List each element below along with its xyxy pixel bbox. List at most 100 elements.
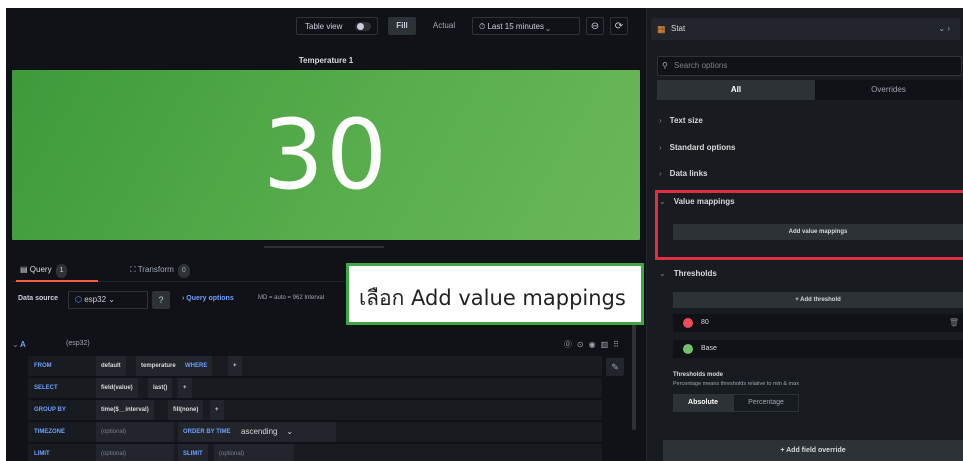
tab-query-count: 1 [55,264,68,278]
select-func[interactable]: last() [148,378,173,398]
order-select[interactable]: ascending ⌄ [236,422,336,442]
tab-query-label: Query [29,265,52,274]
kw-group-by: GROUP BY [28,400,90,420]
section-text-size[interactable]: › Text size [659,116,703,125]
threshold-row[interactable]: Base [673,340,963,358]
select-add-button[interactable]: + [178,378,192,398]
datasource-label: Data source [18,295,59,302]
active-tab-indicator [16,280,98,282]
chevron-down-icon: ⌄ [659,269,666,278]
tab-query[interactable]: ▤ Query 1 [20,263,68,278]
chevron-down-icon: ⌄ [106,295,115,304]
slimit-input[interactable]: (optional) [214,444,294,461]
query-header: ⌄ A (esp32) ⓪⊙◉▥⠿ [12,336,632,354]
select-field[interactable]: field(value) [96,378,138,398]
threshold-color-dot[interactable] [683,318,693,328]
collapse-icon[interactable]: ⌄ [12,340,19,349]
threshold-mode-description: Percentage means thresholds relative to … [673,381,799,387]
search-icon: ⚲ [662,61,668,70]
kw-from: FROM [28,356,90,376]
stat-value: 30 [262,99,390,211]
fill-button[interactable]: Fill [388,17,416,35]
query-ref-id[interactable]: A [20,340,26,349]
table-view-label: Table view [305,22,343,31]
kw-timezone: TIMEZONE [28,422,90,442]
editor-scrollbar[interactable] [632,320,636,430]
section-label: Thresholds [673,269,717,278]
chevron-down-icon: ⌄ › [938,24,950,33]
datasource-select[interactable]: ⬡ esp32 ⌄ [68,291,148,309]
refresh-icon[interactable]: ⟳ [610,17,628,35]
query-options-label: Query options [186,295,234,302]
section-data-links[interactable]: › Data links [659,169,707,178]
kw-slimit: SLIMIT [178,444,208,461]
where-add-button[interactable]: + [228,356,242,376]
limit-input[interactable]: (optional) [96,444,174,461]
query-row-select: SELECT field(value) last() + [28,378,602,398]
panel-toolbar: Table view Fill Actual ⏱ Last 15 minutes… [6,8,646,44]
from-measurement[interactable]: temperature [136,356,181,376]
trash-icon[interactable]: 🗑 [949,314,959,332]
time-range-picker[interactable]: ⏱ Last 15 minutes ⌄ [472,17,580,35]
zoom-out-icon[interactable]: ⊖ [586,17,604,35]
kw-select: SELECT [28,378,90,398]
panel-title: Temperature 1 [298,56,354,65]
stat-panel: 30 [12,70,640,240]
table-view-toggle[interactable]: Table view [296,17,378,35]
query-source: (esp32) [66,340,90,347]
query-options-button[interactable]: › Query options [182,295,234,302]
tab-all[interactable]: All [657,80,815,100]
options-pane: ▦ Stat ⌄ › ⚲ Search options All Override… [646,8,963,461]
chevron-right-icon: › [659,143,662,152]
visualization-picker[interactable]: ▦ Stat ⌄ › [651,18,960,40]
tab-transform-count: 0 [177,264,190,278]
tab-transform[interactable]: ⛶ Transform 0 [130,263,190,278]
section-standard-options[interactable]: › Standard options [659,143,735,152]
actual-button[interactable]: Actual [424,17,464,35]
viz-name: Stat [671,24,686,33]
query-row-timezone: TIMEZONE (optional) ORDER BY TIME ascend… [28,422,602,442]
query-row-from: FROM default temperature WHERE + [28,356,602,376]
help-icon[interactable]: ? [152,291,170,309]
order-value: ascending [241,427,278,436]
mode-absolute-button[interactable]: Absolute [673,394,733,412]
kw-where: WHERE [180,356,213,376]
resize-splitter[interactable] [264,246,384,248]
chevron-right-icon: › [659,116,662,125]
query-actions[interactable]: ⓪⊙◉▥⠿ [564,339,624,350]
query-row-groupby: GROUP BY time($__interval) fill(none) + [28,400,602,420]
section-label: Standard options [669,143,736,152]
groupby-add-button[interactable]: + [210,400,224,420]
threshold-value: Base [701,345,717,352]
influx-icon: ⬡ [75,295,85,304]
chevron-down-icon: ⌄ [279,427,294,436]
stat-viz-icon: ▦ [657,24,666,34]
datasource-value: esp32 [84,295,107,304]
groupby-fill[interactable]: fill(none) [168,400,204,420]
kw-order-by-time: ORDER BY TIME [178,422,236,442]
edit-query-icon[interactable]: ✎ [606,358,624,376]
add-field-override-button[interactable]: + Add field override [663,440,963,461]
grafana-panel-editor: Table view Fill Actual ⏱ Last 15 minutes… [6,8,963,461]
timezone-input[interactable]: (optional) [96,422,174,442]
groupby-time[interactable]: time($__interval) [96,400,154,420]
from-policy[interactable]: default [96,356,126,376]
kw-limit: LIMIT [28,444,90,461]
mode-percentage-button[interactable]: Percentage [733,394,799,412]
tab-transform-label: Transform [137,265,174,274]
threshold-color-dot[interactable] [683,344,693,354]
query-options-meta: MD = auto = 962 Interval [258,295,325,301]
query-row-limit: LIMIT (optional) SLIMIT (optional) [28,444,602,461]
section-label: Text size [669,116,703,125]
threshold-mode-title: Thresholds mode [673,372,724,378]
highlight-box [655,190,963,260]
search-placeholder: Search options [674,61,728,70]
toggle-switch[interactable] [355,22,371,31]
tab-overrides[interactable]: Overrides [815,80,962,100]
chevron-right-icon: › [659,169,662,178]
add-threshold-button[interactable]: + Add threshold [673,292,963,308]
callout-text: เลือก Add value mappings [359,286,626,310]
threshold-row[interactable]: 80 🗑 [673,314,963,332]
section-thresholds[interactable]: ⌄ Thresholds [659,269,717,278]
search-options-input[interactable]: ⚲ Search options [657,56,962,76]
